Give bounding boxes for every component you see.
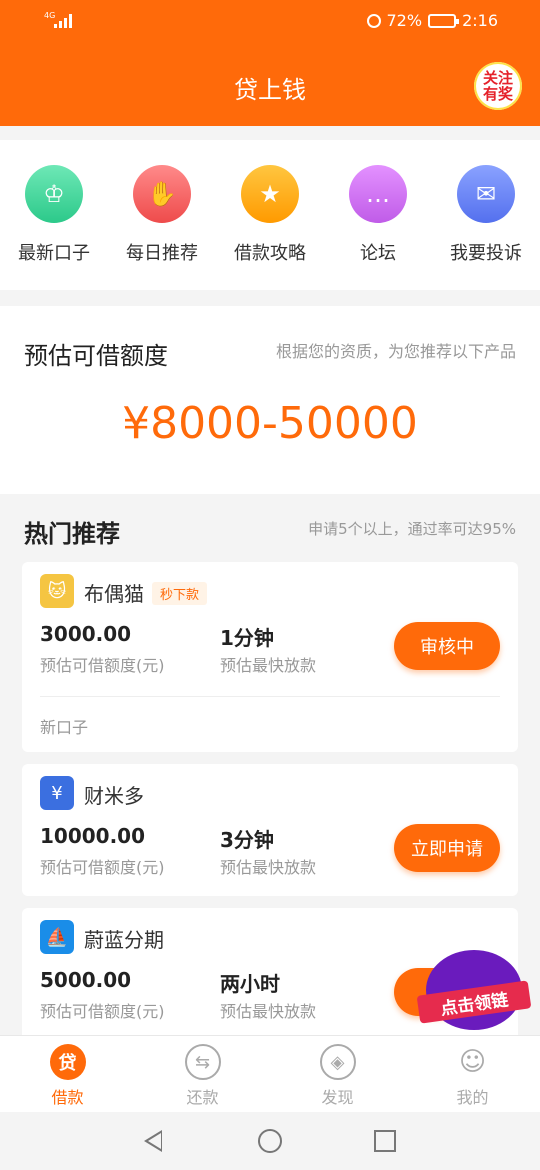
weilan-logo-icon: ⛵: [40, 920, 74, 954]
quick-link-guide[interactable]: ★ 借款攻略: [216, 165, 324, 265]
speed-label: 预估最快放款: [220, 1002, 317, 1021]
product-name: 布偶猫: [84, 582, 144, 606]
chat-bubble-icon: …: [349, 165, 407, 223]
loan-icon: 贷: [49, 1044, 86, 1080]
battery-icon: [428, 13, 460, 28]
follow-badge-label: 关注有奖: [482, 69, 513, 103]
crown-icon: ♔: [25, 165, 83, 223]
quota-title: 预估可借额度: [24, 342, 168, 370]
speed-label: 预估最快放款: [220, 656, 317, 675]
quick-link-forum[interactable]: … 论坛: [324, 165, 432, 265]
quick-link-latest[interactable]: ♔ 最新口子: [0, 165, 108, 265]
quota-range: ¥8000-50000: [122, 398, 418, 449]
quick-link-daily[interactable]: ✋ 每日推荐: [108, 165, 216, 265]
bottom-tab-bar: 贷 借款 ⇆ 还款 ◈ 发现 ☺ 我的: [0, 1035, 540, 1114]
quota-section: 预估可借额度 根据您的资质，为您推荐以下产品 ¥8000-50000: [0, 306, 540, 494]
buoumao-logo-icon: 🐱: [40, 574, 74, 608]
product-card-caimiduo[interactable]: ¥ 财米多 10000.00 预估可借额度(元) 3分钟 预估最快放款 立即申请: [22, 764, 518, 896]
compass-icon: ◈: [319, 1044, 356, 1080]
tab-label: 我的: [456, 1088, 489, 1107]
quick-link-label: 论坛: [360, 243, 396, 264]
battery-percent: 72%: [386, 11, 423, 30]
quick-link-label: 借款攻略: [234, 243, 306, 264]
caimiduo-logo-icon: ¥: [40, 776, 74, 810]
quick-link-complaint[interactable]: ✉ 我要投诉: [432, 165, 540, 265]
fast-loan-tag: 秒下款: [152, 582, 208, 605]
alarm-icon: [366, 13, 381, 28]
app-header: 贷上钱 关注有奖: [0, 42, 540, 126]
product-speed: 1分钟: [220, 626, 274, 650]
reviewing-button[interactable]: 审核中: [394, 622, 500, 670]
quick-links: ♔ 最新口子 ✋ 每日推荐 ★ 借款攻略 … 论坛 ✉ 我要投诉: [0, 140, 540, 290]
hot-section-header: 热门推荐 申请5个以上，通过率可达95%: [0, 494, 540, 562]
amount-label: 预估可借额度(元): [40, 1002, 165, 1021]
product-name: 财米多: [84, 784, 144, 808]
tab-borrow[interactable]: 贷 借款: [0, 1044, 135, 1108]
tab-repay[interactable]: ⇆ 还款: [135, 1044, 270, 1108]
product-name: 蔚蓝分期: [84, 928, 164, 952]
product-card-buoumao[interactable]: 🐱 布偶猫 秒下款 3000.00 预估可借额度(元) 1分钟 预估最快放款 审…: [22, 562, 518, 752]
quick-link-label: 我要投诉: [450, 243, 522, 264]
repay-icon: ⇆: [184, 1044, 221, 1080]
thumbs-up-icon: ✋: [133, 165, 191, 223]
signal-bars-icon: [54, 14, 72, 28]
quota-subtitle: 根据您的资质，为您推荐以下产品: [275, 342, 516, 361]
tab-label: 发现: [321, 1088, 354, 1107]
home-icon[interactable]: [258, 1129, 282, 1153]
follow-reward-badge[interactable]: 关注有奖: [474, 62, 522, 110]
user-icon: ☺: [458, 1047, 487, 1077]
tab-label: 还款: [186, 1088, 219, 1107]
tab-label: 借款: [51, 1088, 84, 1107]
product-amount: 3000.00: [40, 622, 132, 646]
product-amount: 10000.00: [40, 824, 146, 848]
back-icon[interactable]: [144, 1130, 162, 1152]
tab-mine[interactable]: ☺ 我的: [405, 1044, 540, 1108]
guide-book-icon: ★: [241, 165, 299, 223]
divider: [40, 696, 500, 697]
product-amount: 5000.00: [40, 968, 132, 992]
mail-icon: ✉: [457, 165, 515, 223]
product-speed: 两小时: [220, 972, 280, 996]
promo-floating-badge[interactable]: 点击领链: [416, 950, 532, 1040]
status-bar: 4G 72% 2:16: [0, 0, 540, 42]
recent-apps-icon[interactable]: [374, 1130, 396, 1152]
hot-title: 热门推荐: [24, 520, 120, 548]
hot-subtitle: 申请5个以上，通过率可达95%: [308, 520, 516, 538]
apply-now-button[interactable]: 立即申请: [394, 824, 500, 872]
product-note: 新口子: [40, 718, 89, 737]
product-speed: 3分钟: [220, 828, 274, 852]
page-title: 贷上钱: [234, 76, 306, 104]
quick-link-label: 每日推荐: [126, 243, 198, 264]
amount-label: 预估可借额度(元): [40, 858, 165, 877]
clock: 2:16: [462, 11, 498, 30]
system-nav-bar: [0, 1112, 540, 1170]
speed-label: 预估最快放款: [220, 858, 317, 877]
tab-discover[interactable]: ◈ 发现: [270, 1044, 405, 1108]
quick-link-label: 最新口子: [18, 243, 90, 264]
amount-label: 预估可借额度(元): [40, 656, 165, 675]
